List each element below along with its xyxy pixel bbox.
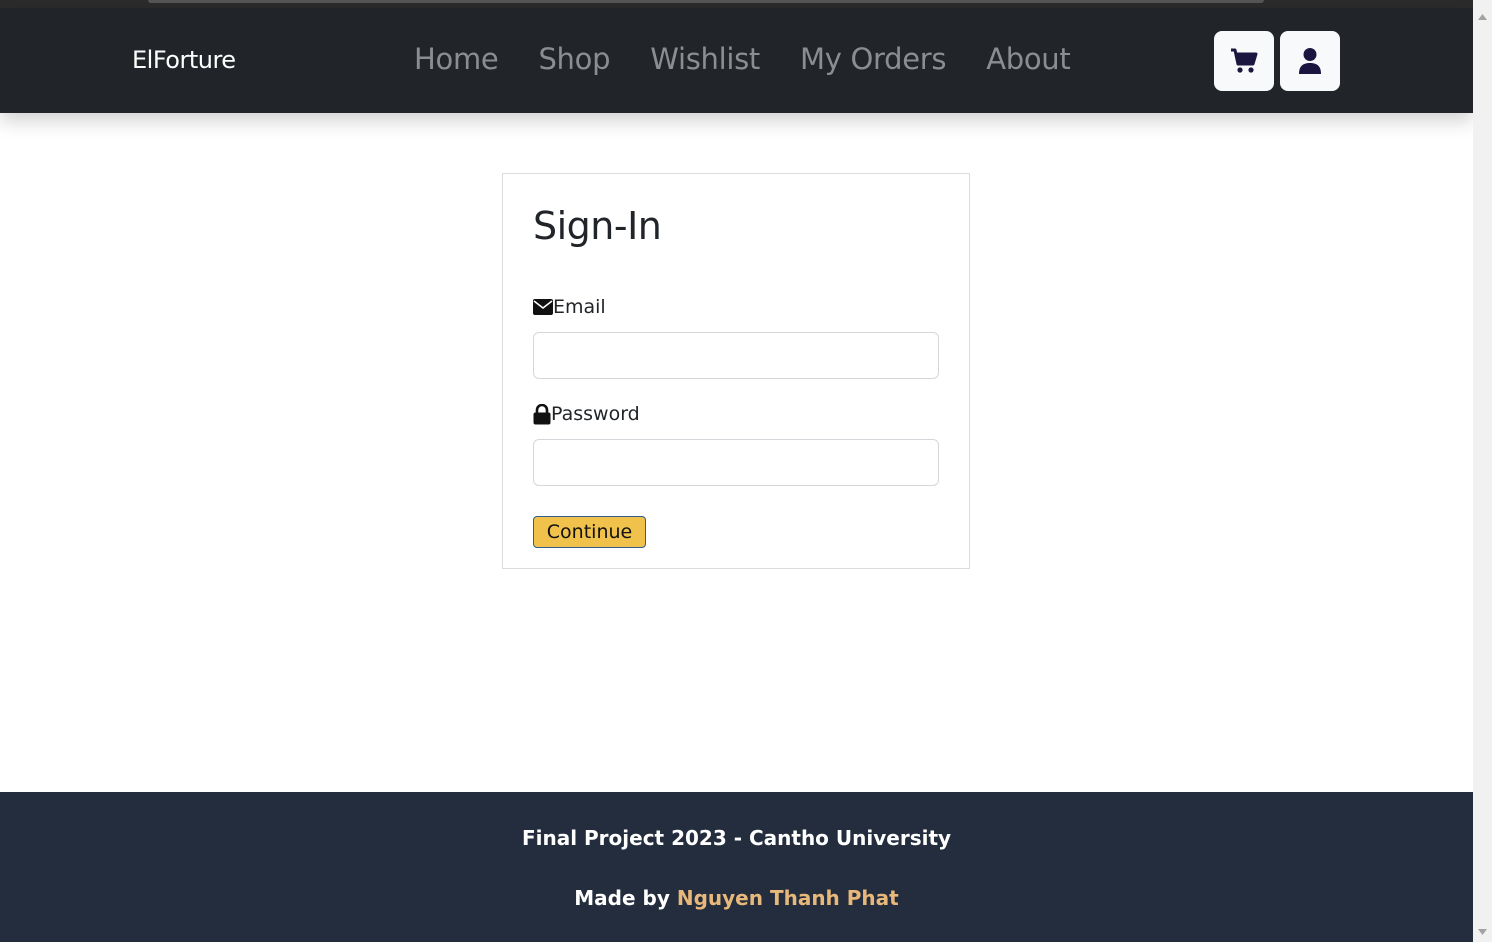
brand-logo[interactable]: ElForture bbox=[132, 46, 236, 74]
signin-card: Sign-In Email Password Continue bbox=[502, 173, 970, 569]
user-icon bbox=[1299, 48, 1321, 74]
scroll-down-arrow-icon[interactable] bbox=[1473, 923, 1492, 940]
nav-links: Home Shop Wishlist My Orders About bbox=[414, 42, 1110, 76]
author-name: Nguyen Thanh Phat bbox=[676, 886, 899, 910]
footer: Final Project 2023 - Cantho University M… bbox=[0, 792, 1473, 942]
continue-button[interactable]: Continue bbox=[533, 516, 646, 548]
vertical-scrollbar[interactable] bbox=[1473, 0, 1492, 942]
page: ElForture Home Shop Wishlist My Orders A… bbox=[0, 0, 1473, 942]
footer-project-text: Final Project 2023 - Cantho University bbox=[521, 826, 952, 850]
cart-icon bbox=[1231, 48, 1258, 73]
nav-link-my-orders[interactable]: My Orders bbox=[800, 42, 947, 76]
footer-credit: Made by Nguyen Thanh Phat bbox=[0, 886, 1473, 910]
user-button[interactable] bbox=[1280, 31, 1340, 91]
made-by-text: Made by bbox=[574, 886, 670, 910]
password-label: Password bbox=[533, 403, 640, 425]
nav-link-shop[interactable]: Shop bbox=[538, 42, 610, 76]
password-field[interactable] bbox=[533, 439, 939, 486]
nav-link-about[interactable]: About bbox=[986, 42, 1071, 76]
nav-link-wishlist[interactable]: Wishlist bbox=[650, 42, 760, 76]
password-label-text: Password bbox=[551, 403, 640, 425]
browser-top-strip bbox=[0, 0, 1473, 8]
nav-link-home[interactable]: Home bbox=[414, 42, 499, 76]
envelope-icon bbox=[533, 299, 553, 315]
signin-title: Sign-In bbox=[533, 204, 662, 248]
cart-button[interactable] bbox=[1214, 31, 1274, 91]
email-label: Email bbox=[533, 296, 606, 318]
email-label-text: Email bbox=[553, 296, 606, 318]
lock-icon bbox=[533, 403, 551, 424]
navbar: ElForture Home Shop Wishlist My Orders A… bbox=[0, 8, 1473, 113]
email-field[interactable] bbox=[533, 332, 939, 379]
scroll-up-arrow-icon[interactable] bbox=[1473, 8, 1492, 25]
